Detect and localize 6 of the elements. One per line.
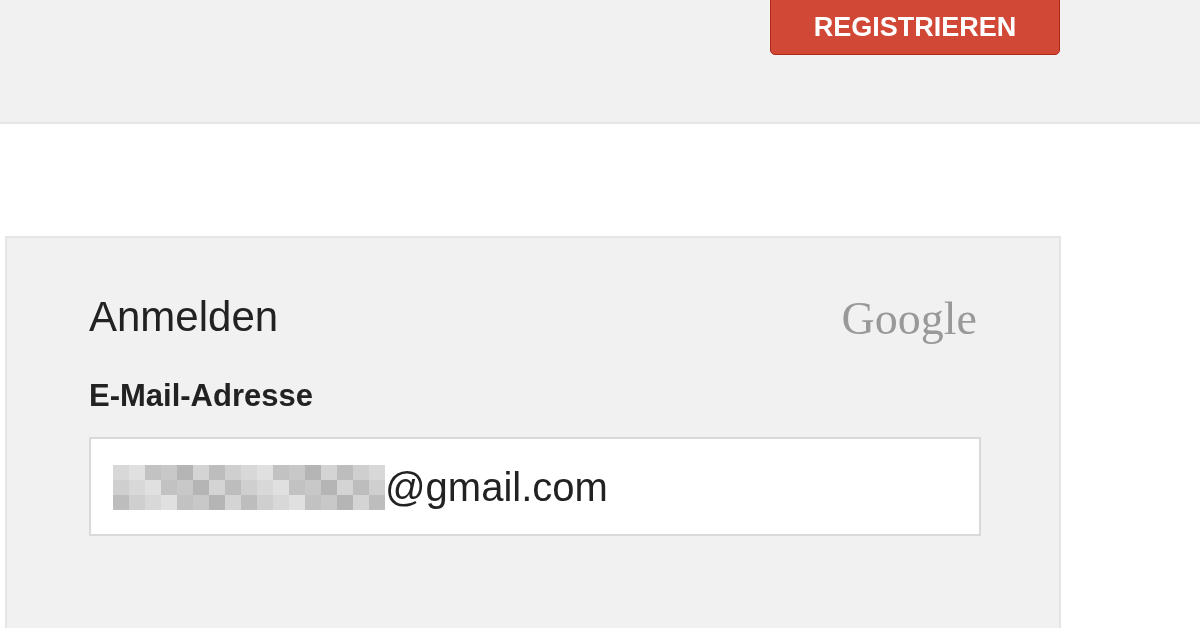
email-label: E-Mail-Adresse xyxy=(89,380,314,411)
email-value: @gmail.com xyxy=(385,463,608,511)
logo-text: Google xyxy=(841,296,977,342)
register-button[interactable]: REGISTRIEREN xyxy=(770,0,1060,55)
signin-title: Anmelden xyxy=(89,296,279,338)
email-field[interactable]: @gmail.com xyxy=(89,437,981,536)
